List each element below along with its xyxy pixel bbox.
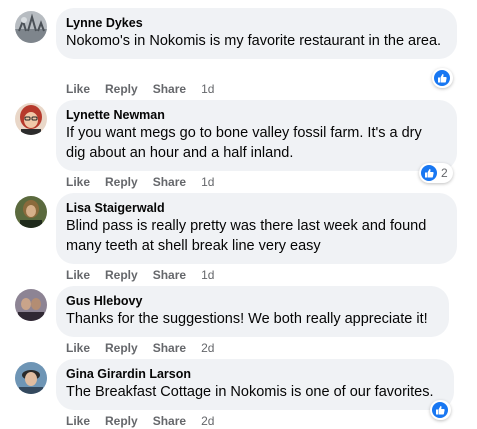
like-icon — [421, 165, 437, 181]
share-button[interactable]: Share — [153, 81, 186, 97]
comment-bubble: Lynne Dykes Nokomo's in Nokomis is my fa… — [56, 8, 457, 59]
comment-author[interactable]: Lisa Staigerwald — [66, 200, 445, 216]
comment-bubble: Lynette Newman If you want megs go to bo… — [56, 100, 457, 171]
comment-actions: Like Reply Share 2d — [66, 413, 229, 429]
reply-button[interactable]: Reply — [105, 340, 138, 356]
comment-author[interactable]: Gina Girardin Larson — [66, 366, 442, 382]
reply-button[interactable]: Reply — [105, 267, 138, 283]
comment-bubble: Gus Hlebovy Thanks for the suggestions! … — [56, 286, 449, 337]
comment-actions: Like Reply Share 1d — [66, 81, 229, 97]
like-button[interactable]: Like — [66, 174, 90, 190]
comment-text: If you want megs go to bone valley fossi… — [66, 125, 422, 161]
reply-button[interactable]: Reply — [105, 413, 138, 429]
reaction-summary[interactable] — [432, 68, 453, 88]
comment-timestamp[interactable]: 2d — [201, 340, 214, 356]
comment-timestamp[interactable]: 2d — [201, 413, 214, 429]
like-icon — [434, 70, 450, 86]
reaction-count: 2 — [441, 166, 448, 180]
like-button[interactable]: Like — [66, 413, 90, 429]
comment-actions: Like Reply Share 2d — [66, 340, 229, 356]
share-button[interactable]: Share — [153, 340, 186, 356]
reply-button[interactable]: Reply — [105, 81, 138, 97]
comment-text: Blind pass is really pretty was there la… — [66, 218, 427, 254]
comment-timestamp[interactable]: 1d — [201, 81, 214, 97]
comment-timestamp[interactable]: 1d — [201, 174, 214, 190]
comment-text: The Breakfast Cottage in Nokomis is one … — [66, 384, 434, 400]
comment-actions: Like Reply Share 1d — [66, 174, 229, 190]
comment-bubble: Lisa Staigerwald Blind pass is really pr… — [56, 193, 457, 264]
share-button[interactable]: Share — [153, 413, 186, 429]
share-button[interactable]: Share — [153, 267, 186, 283]
comment-text: Thanks for the suggestions! We both real… — [66, 311, 428, 327]
comment-bubble: Gina Girardin Larson The Breakfast Cotta… — [56, 359, 454, 410]
comment-author[interactable]: Lynette Newman — [66, 107, 445, 123]
like-button[interactable]: Like — [66, 267, 90, 283]
avatar[interactable] — [15, 362, 47, 394]
like-icon — [432, 402, 448, 418]
comment-timestamp[interactable]: 1d — [201, 267, 214, 283]
like-button[interactable]: Like — [66, 340, 90, 356]
avatar[interactable] — [15, 196, 47, 228]
comment-actions: Like Reply Share 1d — [66, 267, 229, 283]
avatar[interactable] — [15, 11, 47, 43]
like-button[interactable]: Like — [66, 81, 90, 97]
comment-author[interactable]: Gus Hlebovy — [66, 293, 437, 309]
comment-text: Nokomo's in Nokomis is my favorite resta… — [66, 33, 442, 49]
avatar[interactable] — [15, 103, 47, 135]
reaction-summary[interactable]: 2 — [419, 163, 453, 183]
comment-author[interactable]: Lynne Dykes — [66, 15, 445, 31]
avatar[interactable] — [15, 289, 47, 321]
reply-button[interactable]: Reply — [105, 174, 138, 190]
share-button[interactable]: Share — [153, 174, 186, 190]
reaction-summary[interactable] — [430, 400, 451, 420]
